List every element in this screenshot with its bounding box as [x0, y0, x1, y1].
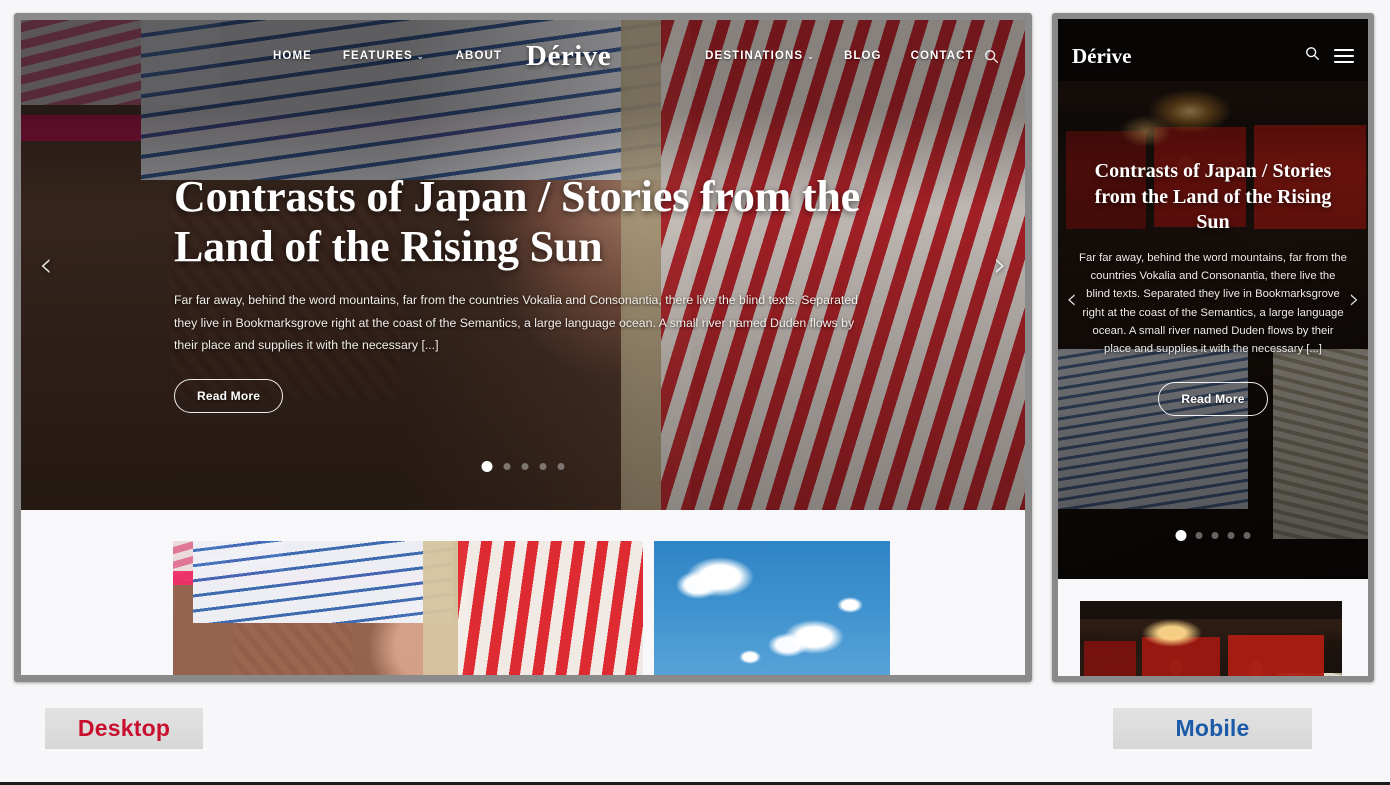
mobile-read-more-button[interactable]: Read More [1158, 381, 1268, 416]
desktop-content-section [21, 510, 1025, 675]
nav-item-blog[interactable]: BLOG [844, 50, 882, 62]
slider-dot[interactable] [557, 463, 565, 470]
mobile-navbar: Dérive [1058, 19, 1368, 93]
mobile-slider-next-arrow-icon[interactable]: › [1349, 285, 1360, 313]
nav-item-contact[interactable]: CONTACT [911, 50, 974, 62]
mobile-slider-dots [1175, 530, 1251, 541]
mobile-hero-copy: Contrasts of Japan / Stories from the La… [1058, 159, 1368, 416]
slider-next-arrow-icon[interactable]: › [993, 248, 1007, 282]
slider-prev-arrow-icon[interactable]: ‹ [39, 248, 53, 282]
slider-dot[interactable] [481, 461, 493, 472]
nav-item-destinations-label: DESTINATIONS [705, 50, 804, 62]
sky-photo-card[interactable] [654, 541, 890, 675]
desktop-card-grid [173, 541, 890, 675]
mobile-hero-description: Far far away, behind the word mountains,… [1079, 251, 1347, 356]
mobile-nav-icons [1305, 46, 1354, 66]
mobile-site-logo[interactable]: Dérive [1072, 44, 1131, 69]
slider-dot[interactable] [539, 463, 547, 470]
slider-dot[interactable] [521, 463, 529, 470]
hamburger-bar [1334, 61, 1354, 63]
mobile-hero-title: Contrasts of Japan / Stories from the La… [1094, 160, 1332, 234]
desktop-preview-frame: HOME FEATURES ⌄ ABOUT Dérive DESTINATION… [14, 13, 1032, 682]
desktop-viewport: HOME FEATURES ⌄ ABOUT Dérive DESTINATION… [21, 20, 1025, 675]
nav-item-contact-label: CONTACT [910, 50, 974, 62]
hero-title: Contrasts of Japan / Stories from the La… [174, 172, 860, 271]
nav-item-destinations[interactable]: DESTINATIONS ⌄ [705, 50, 815, 62]
slider-dot[interactable] [503, 463, 511, 470]
umbrella-photo-thumbnail [173, 541, 643, 675]
read-more-button[interactable]: Read More [174, 378, 284, 413]
mobile-viewport: Dérive Contrasts of Japan / Stories from… [1058, 19, 1368, 676]
interior-photo-card[interactable] [1080, 601, 1342, 676]
mobile-content-section [1058, 579, 1368, 676]
search-icon[interactable] [984, 49, 999, 64]
desktop-navbar: HOME FEATURES ⌄ ABOUT Dérive DESTINATION… [21, 20, 1025, 92]
hamburger-bar [1334, 55, 1354, 57]
desktop-nav-right-group: DESTINATIONS ⌄ BLOG CONTACT [705, 50, 973, 62]
site-logo[interactable]: Dérive [526, 40, 611, 73]
desktop-view-button[interactable]: Desktop [45, 708, 203, 749]
desktop-hero-copy: Contrasts of Japan / Stories from the La… [174, 172, 874, 413]
mobile-preview-frame: Dérive Contrasts of Japan / Stories from… [1052, 13, 1374, 682]
slider-dot[interactable] [1195, 532, 1203, 539]
mobile-slider-prev-arrow-icon[interactable]: ‹ [1066, 285, 1077, 313]
hamburger-bar [1334, 49, 1354, 51]
mobile-hero-slider: Dérive Contrasts of Japan / Stories from… [1058, 19, 1368, 579]
slider-dot[interactable] [1175, 530, 1187, 541]
chevron-down-icon: ⌄ [416, 51, 425, 61]
desktop-nav-left-group: HOME FEATURES ⌄ ABOUT [273, 50, 502, 62]
chevron-down-icon: ⌄ [807, 51, 815, 61]
nav-item-features-label: FEATURES [342, 50, 413, 62]
slider-dot[interactable] [1227, 532, 1235, 539]
sky-photo-thumbnail [654, 541, 890, 675]
search-icon[interactable] [1305, 46, 1320, 66]
mobile-view-button[interactable]: Mobile [1113, 708, 1312, 749]
interior-photo-thumbnail [1080, 601, 1342, 676]
nav-item-features[interactable]: FEATURES ⌄ [343, 50, 425, 62]
umbrella-photo-card[interactable] [173, 541, 643, 675]
nav-item-blog-label: BLOG [843, 50, 882, 62]
slider-dot[interactable] [1211, 532, 1219, 539]
nav-item-home[interactable]: HOME [273, 50, 312, 62]
nav-item-about[interactable]: ABOUT [456, 50, 502, 62]
nav-item-about-label: ABOUT [455, 50, 503, 62]
hamburger-menu-icon[interactable] [1334, 49, 1354, 63]
desktop-slider-dots [481, 461, 565, 472]
hero-description: Far far away, behind the word mountains,… [174, 293, 859, 353]
desktop-hero-slider: HOME FEATURES ⌄ ABOUT Dérive DESTINATION… [21, 20, 1025, 510]
slider-dot[interactable] [1243, 532, 1251, 539]
nav-item-home-label: HOME [273, 50, 312, 62]
